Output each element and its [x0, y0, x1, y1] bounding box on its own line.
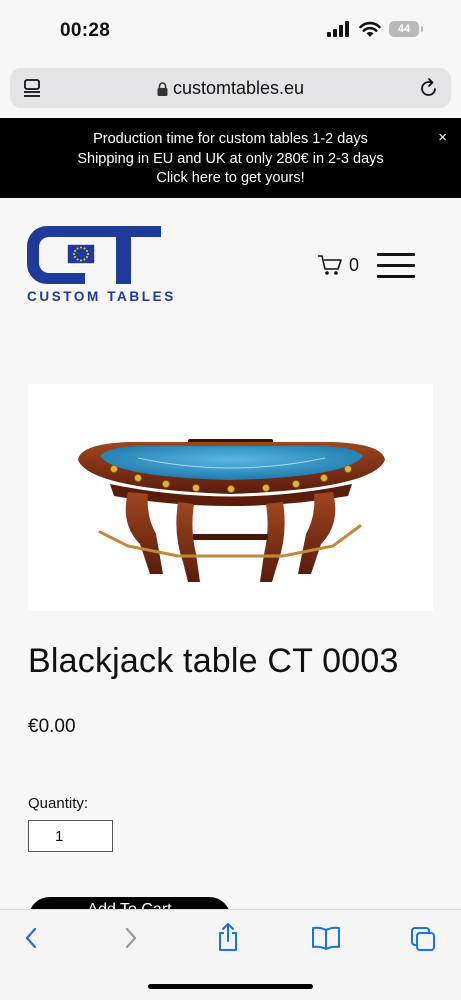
menu-icon[interactable] [377, 253, 415, 279]
url-text: customtables.eu [172, 78, 305, 98]
tabs-overview-icon[interactable] [410, 926, 436, 952]
product-title: Blackjack table CT 0003 [28, 642, 399, 680]
promo-line-1: Production time for custom tables 1-2 da… [93, 131, 368, 147]
promo-banner[interactable]: Production time for custom tables 1-2 da… [0, 118, 461, 198]
signal-icon [327, 21, 349, 37]
quantity-input[interactable] [28, 820, 113, 852]
back-icon[interactable] [22, 926, 42, 950]
cart-count: 0 [349, 254, 360, 275]
product-image[interactable] [28, 384, 433, 611]
bookmarks-icon[interactable] [311, 926, 341, 950]
battery-icon: 44 [389, 21, 423, 37]
blackjack-table-image [78, 439, 385, 582]
promo-line-2: Shipping in EU and UK at only 280€ in 2-… [77, 150, 384, 167]
promo-line-3[interactable]: Click here to get yours! [30, 169, 431, 189]
close-icon[interactable]: × [438, 129, 447, 146]
lock-icon [157, 82, 168, 97]
quantity-label: Quantity: [28, 795, 89, 812]
battery-level: 44 [397, 23, 411, 35]
product-price: €0.00 [28, 716, 76, 737]
url-display[interactable]: customtables.eu [10, 78, 451, 99]
cart-icon [318, 255, 342, 275]
status-bar: 00:28 44 [0, 0, 461, 62]
home-indicator [148, 984, 313, 989]
address-bar[interactable]: customtables.eu [10, 68, 451, 108]
reload-icon[interactable] [419, 77, 439, 99]
forward-icon[interactable] [120, 926, 140, 950]
wifi-icon [359, 21, 381, 37]
cart-button[interactable]: 0 [317, 254, 359, 276]
promo-text[interactable]: Production time for custom tables 1-2 da… [30, 130, 431, 189]
custom-tables-logo[interactable] [27, 226, 161, 284]
logo-wordmark[interactable]: CUSTOM TABLES [27, 289, 176, 304]
status-time: 00:28 [60, 20, 111, 41]
status-icons: 44 [327, 21, 423, 37]
share-icon[interactable] [216, 922, 240, 952]
